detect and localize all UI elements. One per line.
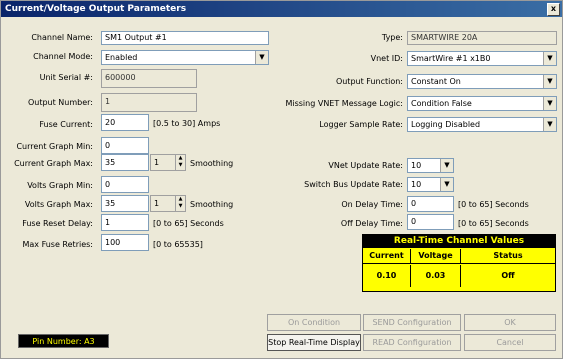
realtime-header-status: Status <box>493 251 523 260</box>
chevron-down-icon[interactable]: ▼ <box>440 178 453 191</box>
volts-smoothing-value: 1 <box>154 199 160 208</box>
fuse-current-label: Fuse Current: <box>39 120 93 129</box>
output-number-field: 1 <box>101 93 197 112</box>
current-smoothing-label: Smoothing <box>190 159 234 168</box>
missing-vnet-label: Missing VNET Message Logic: <box>285 99 403 108</box>
stop-realtime-button[interactable]: Stop Real-Time Display <box>267 334 361 351</box>
output-function-label: Output Function: <box>335 77 403 86</box>
fuse-current-range: [0.5 to 30] Amps <box>153 119 221 128</box>
output-function-select[interactable]: Constant On ▼ <box>407 74 557 89</box>
unit-serial-label: Unit Serial #: <box>39 73 93 82</box>
current-graph-max-label: Current Graph Max: <box>14 159 93 168</box>
fuse-reset-delay-input[interactable]: 1 <box>101 214 149 231</box>
current-graph-max-input[interactable]: 35 <box>101 154 149 171</box>
missing-vnet-select[interactable]: Condition False ▼ <box>407 96 557 111</box>
logger-rate-label: Logger Sample Rate: <box>319 120 403 129</box>
vnet-update-rate-label: VNet Update Rate: <box>328 161 403 170</box>
realtime-title: Real-Time Channel Values <box>363 235 555 248</box>
chevron-down-icon[interactable]: ▼ <box>543 52 556 65</box>
vnet-id-value: SmartWire #1 x1B0 <box>411 54 491 63</box>
vnet-update-rate-select[interactable]: 10 ▼ <box>407 158 454 173</box>
realtime-divider <box>363 263 555 264</box>
spin-arrows-icon[interactable]: ▲ ▼ <box>175 196 185 211</box>
unit-serial-field: 600000 <box>101 69 197 88</box>
max-fuse-retries-label: Max Fuse Retries: <box>22 240 93 249</box>
output-function-value: Constant On <box>411 77 461 86</box>
off-delay-label: Off Delay Time: <box>340 219 403 228</box>
chevron-down-icon[interactable]: ▼ <box>440 159 453 172</box>
realtime-panel: Real-Time Channel Values Current Voltage… <box>362 234 556 292</box>
vnet-id-label: Vnet ID: <box>370 54 403 63</box>
vnet-update-rate-value: 10 <box>411 161 422 170</box>
max-fuse-retries-range: [0 to 65535] <box>153 240 203 249</box>
current-smoothing-spinner[interactable]: 1 ▲ ▼ <box>150 154 186 171</box>
pin-number-badge: Pin Number: A3 <box>18 334 109 348</box>
on-delay-input[interactable]: 0 <box>407 196 454 212</box>
parameters-window: Current/Voltage Output Parameters x Chan… <box>0 0 563 359</box>
volts-graph-min-input[interactable]: 0 <box>101 176 149 193</box>
max-fuse-retries-input[interactable]: 100 <box>101 234 149 251</box>
volts-graph-min-label: Volts Graph Min: <box>27 181 93 190</box>
vnet-id-select[interactable]: SmartWire #1 x1B0 ▼ <box>407 51 557 66</box>
channel-mode-value: Enabled <box>105 53 138 62</box>
logger-rate-value: Logging Disabled <box>411 120 481 129</box>
realtime-status-value: Off <box>501 271 515 280</box>
type-label: Type: <box>381 33 403 42</box>
channel-mode-label: Channel Mode: <box>33 52 93 61</box>
ok-button[interactable]: OK <box>464 314 556 331</box>
logger-rate-select[interactable]: Logging Disabled ▼ <box>407 117 557 132</box>
type-field: SMARTWIRE 20A <box>407 31 557 45</box>
current-graph-min-input[interactable]: 0 <box>101 137 149 154</box>
channel-name-label: Channel Name: <box>31 33 93 42</box>
current-smoothing-value: 1 <box>154 158 160 167</box>
realtime-header-current: Current <box>363 249 411 263</box>
realtime-voltage-value: 0.03 <box>411 265 461 287</box>
on-condition-button[interactable]: On Condition <box>267 314 361 331</box>
output-number-label: Output Number: <box>27 98 93 107</box>
switch-bus-rate-select[interactable]: 10 ▼ <box>407 177 454 192</box>
current-graph-min-label: Current Graph Min: <box>16 142 93 151</box>
switch-bus-rate-label: Switch Bus Update Rate: <box>304 180 403 189</box>
window-title: Current/Voltage Output Parameters <box>5 4 187 14</box>
fuse-reset-delay-label: Fuse Reset Delay: <box>22 219 93 228</box>
off-delay-range: [0 to 65] Seconds <box>458 219 529 228</box>
on-delay-range: [0 to 65] Seconds <box>458 200 529 209</box>
volts-graph-max-input[interactable]: 35 <box>101 195 149 212</box>
off-delay-input[interactable]: 0 <box>407 214 454 230</box>
window-titlebar: Current/Voltage Output Parameters x <box>1 1 562 17</box>
realtime-current-value: 0.10 <box>363 265 411 287</box>
missing-vnet-value: Condition False <box>411 99 472 108</box>
realtime-header-voltage: Voltage <box>411 249 461 263</box>
cancel-button[interactable]: Cancel <box>464 334 556 351</box>
send-configuration-button[interactable]: SEND Configuration <box>363 314 461 331</box>
switch-bus-rate-value: 10 <box>411 180 422 189</box>
read-configuration-button[interactable]: READ Configuration <box>363 334 461 351</box>
chevron-down-icon[interactable]: ▼ <box>543 118 556 131</box>
volts-smoothing-spinner[interactable]: 1 ▲ ▼ <box>150 195 186 212</box>
spin-arrows-icon[interactable]: ▲ ▼ <box>175 155 185 170</box>
volts-graph-max-label: Volts Graph Max: <box>24 200 93 209</box>
chevron-down-icon[interactable]: ▼ <box>543 75 556 88</box>
volts-smoothing-label: Smoothing <box>190 200 234 209</box>
chevron-down-icon[interactable]: ▼ <box>543 97 556 110</box>
fuse-current-input[interactable]: 20 <box>101 114 149 131</box>
on-delay-label: On Delay Time: <box>341 200 403 209</box>
fuse-reset-delay-range: [0 to 65] Seconds <box>153 219 224 228</box>
close-icon[interactable]: x <box>547 3 560 16</box>
